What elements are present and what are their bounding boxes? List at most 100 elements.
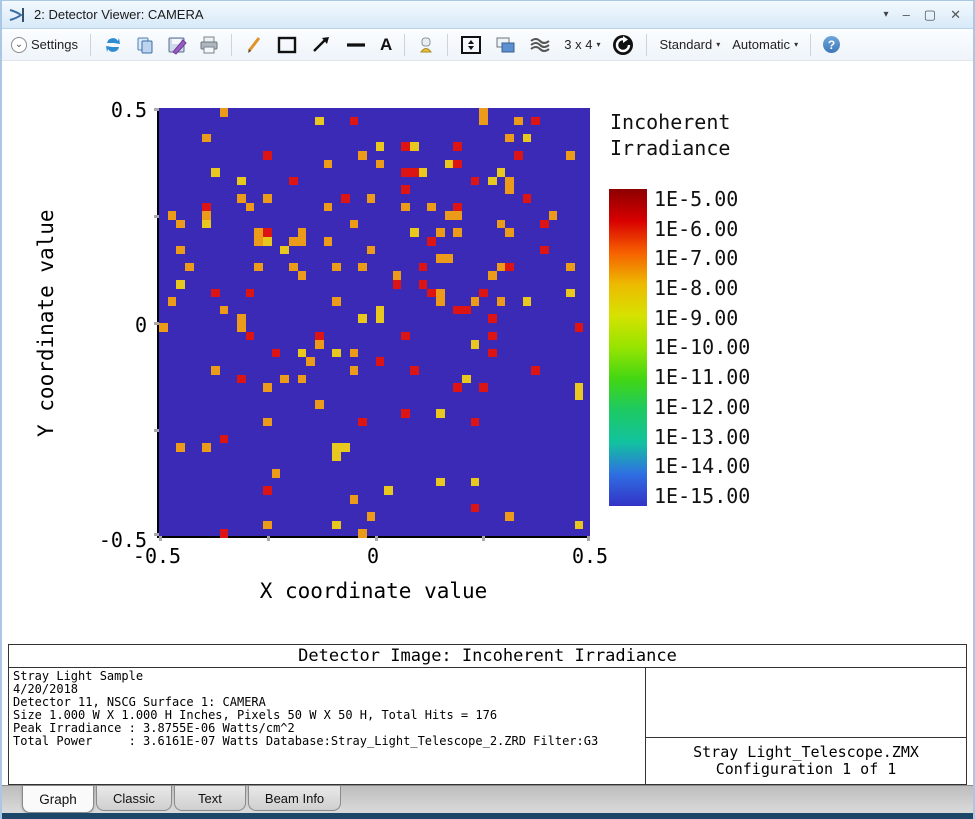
automatic-dropdown[interactable]: Automatic ▾ — [729, 35, 801, 54]
automatic-label: Automatic — [732, 37, 791, 52]
detector-hit-pixel — [202, 202, 211, 212]
detector-hit-pixel — [366, 245, 376, 255]
detector-hit-pixel — [332, 443, 341, 452]
detector-hit-pixel — [496, 168, 506, 177]
x-axis-title: X coordinate value — [259, 579, 488, 603]
title-bar: 2: Detector Viewer: CAMERA ▾ – ▢ ✕ — [2, 1, 973, 29]
copy-to-window-button[interactable] — [491, 33, 519, 57]
window-bottom-edge — [2, 813, 973, 819]
detector-hit-pixel — [488, 314, 497, 323]
detector-hit-pixel — [262, 151, 272, 160]
graph-area: Y coordinate value 0.5 0 -0.5 -0.5 0 0.5… — [2, 61, 973, 644]
tab-classic[interactable]: Classic — [96, 786, 172, 811]
detector-hit-pixel — [453, 202, 463, 212]
toolbar-separator — [404, 33, 406, 56]
x-axis-tick — [266, 536, 270, 541]
detector-hit-pixel — [288, 176, 298, 186]
tab-beam-info[interactable]: Beam Info — [247, 786, 342, 811]
layers-icon — [530, 37, 550, 52]
fit-expand-icon — [461, 35, 482, 54]
detector-hit-pixel — [236, 176, 246, 186]
legend-label: 1E-12.00 — [654, 394, 751, 419]
tab-graph[interactable]: Graph — [22, 786, 94, 813]
lamp-icon — [420, 37, 433, 52]
detector-hit-pixel — [479, 108, 489, 117]
detector-hit-pixel — [349, 219, 359, 229]
window-menu-button[interactable]: ▾ — [884, 9, 889, 20]
detector-hit-pixel — [488, 176, 497, 186]
detector-hit-pixel — [496, 297, 506, 306]
minimize-button[interactable]: – — [903, 8, 910, 21]
auto-update-button[interactable] — [609, 32, 637, 58]
chevron-down-icon: ⌄ — [11, 36, 27, 53]
detector-hit-pixel — [505, 185, 515, 194]
toolbar-separator — [230, 33, 232, 56]
grid-size-dropdown[interactable]: 3 x 4 ▾ — [561, 35, 603, 54]
y-tick-label: 0 — [134, 313, 147, 337]
legend-title-line: Irradiance — [610, 136, 731, 160]
standard-dropdown[interactable]: Standard ▾ — [656, 35, 723, 54]
detector-hit-pixel — [444, 159, 454, 169]
detector-hit-pixel — [453, 383, 463, 392]
detector-hit-pixel — [349, 348, 359, 358]
toolbar-separator — [89, 33, 91, 56]
detector-hit-pixel — [427, 288, 437, 298]
refresh-icon — [105, 37, 120, 52]
detector-hit-pixel — [496, 219, 506, 229]
detector-hit-pixel — [236, 374, 246, 384]
settings-button[interactable]: ⌄ Settings — [8, 35, 81, 55]
rectangle-tool-button[interactable] — [273, 33, 301, 57]
detector-hit-pixel — [488, 348, 497, 358]
text-tool-button[interactable]: A — [377, 33, 395, 57]
detector-hit-pixel — [358, 417, 367, 427]
info-panel-empty-cell — [646, 668, 966, 738]
caret-down-icon: ▾ — [794, 40, 799, 49]
legend-label: 1E-15.00 — [654, 483, 751, 508]
lamp-button[interactable] — [414, 33, 438, 57]
maximize-button[interactable]: ▢ — [924, 8, 936, 21]
detector-viewer-window: 2: Detector Viewer: CAMERA ▾ – ▢ ✕ ⌄ Set… — [0, 0, 975, 819]
detector-hit-pixel — [236, 323, 246, 332]
tab-text[interactable]: Text — [173, 786, 246, 811]
line-tool-button[interactable] — [341, 33, 371, 57]
detector-hit-pixel — [548, 211, 558, 220]
legend-label: 1E-9.00 — [654, 305, 739, 330]
text-tool-icon: A — [379, 34, 393, 54]
detector-hit-pixel — [358, 529, 367, 538]
arrow-icon — [313, 36, 329, 52]
save-button[interactable] — [164, 33, 190, 57]
lens-file-cell: Stray Light_Telescope.ZMX Configuration … — [646, 738, 966, 784]
detector-hit-pixel — [349, 495, 359, 504]
detector-hit-pixel — [245, 288, 255, 298]
arrow-tool-button[interactable] — [307, 33, 335, 57]
detector-hit-pixel — [470, 176, 480, 186]
detector-hit-pixel — [280, 374, 289, 384]
copy-button[interactable] — [132, 33, 158, 57]
detector-hit-pixel — [514, 116, 523, 126]
print-button[interactable] — [196, 33, 222, 57]
detector-hit-pixel — [401, 202, 411, 212]
detector-hit-pixel — [574, 391, 584, 401]
detector-hit-pixel — [297, 271, 307, 280]
fit-window-button[interactable] — [457, 33, 485, 57]
settings-label: Settings — [31, 37, 78, 52]
pencil-tool-button[interactable] — [241, 33, 267, 57]
detector-hit-pixel — [401, 185, 411, 194]
legend-colorbar — [609, 189, 647, 506]
detector-image-plot — [154, 108, 590, 541]
close-button[interactable]: ✕ — [950, 8, 961, 21]
detector-hit-pixel — [375, 159, 385, 169]
layers-button[interactable] — [525, 33, 555, 57]
detector-hit-pixel — [462, 374, 471, 384]
refresh-button[interactable] — [100, 33, 126, 57]
detector-hit-pixel — [159, 323, 168, 332]
detector-hit-pixel — [479, 116, 489, 126]
detector-hit-pixel — [236, 194, 246, 203]
detector-hit-pixel — [479, 383, 489, 392]
detector-hit-pixel — [340, 443, 350, 452]
detector-hit-pixel — [297, 374, 307, 384]
detector-hit-pixel — [574, 520, 584, 530]
toolbar-separator — [447, 33, 449, 56]
legend-labels: 1E-5.00 1E-6.00 1E-7.00 1E-8.00 1E-9.00 1E-10… — [654, 189, 750, 506]
help-button[interactable]: ? — [820, 34, 843, 55]
